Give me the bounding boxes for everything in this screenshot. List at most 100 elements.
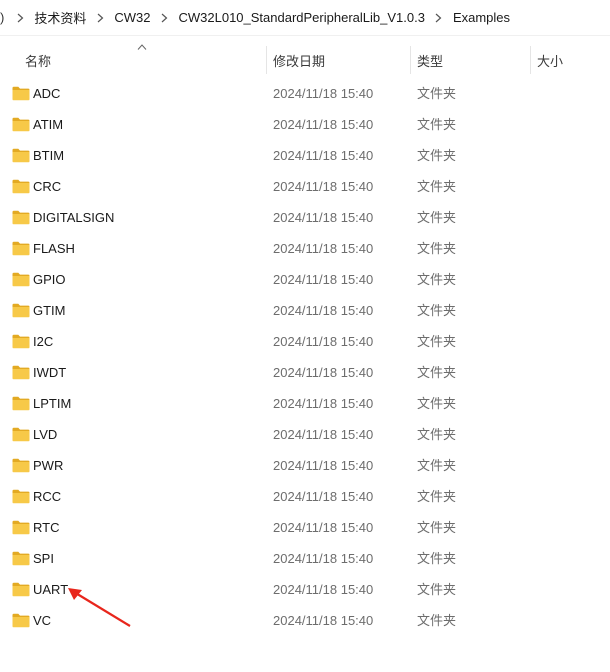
file-type: 文件夹 (417, 613, 457, 628)
file-type: 文件夹 (417, 458, 457, 473)
file-type: 文件夹 (417, 551, 457, 566)
folder-icon (12, 210, 30, 225)
file-type: 文件夹 (417, 241, 457, 256)
file-type: 文件夹 (417, 520, 457, 535)
column-divider[interactable] (530, 46, 531, 74)
file-name: DIGITALSIGN (33, 210, 115, 225)
file-row[interactable]: PWR 2024/11/18 15:40 文件夹 (0, 450, 610, 481)
file-type: 文件夹 (417, 365, 457, 380)
modified-date: 2024/11/18 15:40 (273, 427, 374, 442)
file-name: SPI (33, 551, 54, 566)
file-row[interactable]: VC 2024/11/18 15:40 文件夹 (0, 605, 610, 636)
folder-icon (12, 427, 30, 442)
file-type: 文件夹 (417, 179, 457, 194)
chevron-right-icon[interactable] (432, 13, 446, 23)
file-name: PWR (33, 458, 64, 473)
folder-icon (12, 613, 30, 628)
modified-date: 2024/11/18 15:40 (273, 148, 374, 163)
file-name: I2C (33, 334, 54, 349)
breadcrumb-item-cw32[interactable]: CW32 (110, 8, 154, 27)
folder-icon (12, 179, 30, 194)
chevron-right-icon[interactable] (13, 13, 27, 23)
file-name: GTIM (33, 303, 66, 318)
modified-date: 2024/11/18 15:40 (273, 117, 374, 132)
column-header-date[interactable]: 修改日期 (273, 44, 325, 76)
column-header-row: 名称 修改日期 类型 大小 (0, 44, 610, 76)
file-row[interactable]: RTC 2024/11/18 15:40 文件夹 (0, 512, 610, 543)
column-header-name[interactable]: 名称 (25, 44, 51, 76)
file-row[interactable]: UART 2024/11/18 15:40 文件夹 (0, 574, 610, 605)
file-row[interactable]: GTIM 2024/11/18 15:40 文件夹 (0, 295, 610, 326)
file-type: 文件夹 (417, 489, 457, 504)
folder-icon (12, 551, 30, 566)
file-row[interactable]: CRC 2024/11/18 15:40 文件夹 (0, 171, 610, 202)
modified-date: 2024/11/18 15:40 (273, 86, 374, 101)
folder-icon (12, 334, 30, 349)
file-list: ADC 2024/11/18 15:40 文件夹 ATIM 2024/11/18 15:… (0, 78, 610, 636)
file-name: CRC (33, 179, 62, 194)
folder-icon (12, 365, 30, 380)
modified-date: 2024/11/18 15:40 (273, 179, 374, 194)
file-row[interactable]: ADC 2024/11/18 15:40 文件夹 (0, 78, 610, 109)
file-name: GPIO (33, 272, 66, 287)
file-type: 文件夹 (417, 86, 457, 101)
modified-date: 2024/11/18 15:40 (273, 489, 374, 504)
folder-icon (12, 117, 30, 132)
file-row[interactable]: ATIM 2024/11/18 15:40 文件夹 (0, 109, 610, 140)
file-type: 文件夹 (417, 148, 457, 163)
folder-icon (12, 582, 30, 597)
breadcrumb-item-tech-docs[interactable]: 技术资料 (30, 6, 90, 29)
modified-date: 2024/11/18 15:40 (273, 334, 374, 349)
modified-date: 2024/11/18 15:40 (273, 210, 374, 225)
modified-date: 2024/11/18 15:40 (273, 365, 374, 380)
file-name: VC (33, 613, 52, 628)
breadcrumb-overflow-glyph: ) (0, 10, 5, 25)
file-name: RCC (33, 489, 62, 504)
file-row[interactable]: DIGITALSIGN 2024/11/18 15:40 文件夹 (0, 202, 610, 233)
column-divider[interactable] (266, 46, 267, 74)
file-type: 文件夹 (417, 334, 457, 349)
file-name: FLASH (33, 241, 75, 256)
file-type: 文件夹 (417, 272, 457, 287)
file-type: 文件夹 (417, 427, 457, 442)
modified-date: 2024/11/18 15:40 (273, 458, 374, 473)
folder-icon (12, 241, 30, 256)
file-row[interactable]: SPI 2024/11/18 15:40 文件夹 (0, 543, 610, 574)
modified-date: 2024/11/18 15:40 (273, 582, 374, 597)
folder-icon (12, 272, 30, 287)
column-header-size[interactable]: 大小 (537, 44, 563, 76)
modified-date: 2024/11/18 15:40 (273, 303, 374, 318)
chevron-right-icon[interactable] (93, 13, 107, 23)
file-name: ADC (33, 86, 61, 101)
file-row[interactable]: GPIO 2024/11/18 15:40 文件夹 (0, 264, 610, 295)
file-type: 文件夹 (417, 117, 457, 132)
file-name: ATIM (33, 117, 64, 132)
column-header-type[interactable]: 类型 (417, 44, 443, 76)
folder-icon (12, 489, 30, 504)
breadcrumb-item-examples[interactable]: Examples (449, 8, 514, 27)
file-row[interactable]: FLASH 2024/11/18 15:40 文件夹 (0, 233, 610, 264)
chevron-right-icon[interactable] (157, 13, 171, 23)
modified-date: 2024/11/18 15:40 (273, 272, 374, 287)
modified-date: 2024/11/18 15:40 (273, 396, 374, 411)
file-row[interactable]: RCC 2024/11/18 15:40 文件夹 (0, 481, 610, 512)
file-row[interactable]: LPTIM 2024/11/18 15:40 文件夹 (0, 388, 610, 419)
file-name: RTC (33, 520, 60, 535)
file-row[interactable]: IWDT 2024/11/18 15:40 文件夹 (0, 357, 610, 388)
file-row[interactable]: BTIM 2024/11/18 15:40 文件夹 (0, 140, 610, 171)
modified-date: 2024/11/18 15:40 (273, 520, 374, 535)
file-type: 文件夹 (417, 303, 457, 318)
folder-icon (12, 458, 30, 473)
file-row[interactable]: LVD 2024/11/18 15:40 文件夹 (0, 419, 610, 450)
file-name: LVD (33, 427, 58, 442)
breadcrumb-item-library[interactable]: CW32L010_StandardPeripheralLib_V1.0.3 (174, 8, 428, 27)
file-row[interactable]: I2C 2024/11/18 15:40 文件夹 (0, 326, 610, 357)
modified-date: 2024/11/18 15:40 (273, 613, 374, 628)
address-breadcrumb: ) 技术资料 CW32 CW32L010_StandardPeripheralL… (0, 0, 610, 35)
column-divider[interactable] (410, 46, 411, 74)
modified-date: 2024/11/18 15:40 (273, 551, 374, 566)
breadcrumb-divider (0, 35, 610, 36)
folder-icon (12, 303, 30, 318)
file-name: LPTIM (33, 396, 72, 411)
file-name: UART (33, 582, 69, 597)
